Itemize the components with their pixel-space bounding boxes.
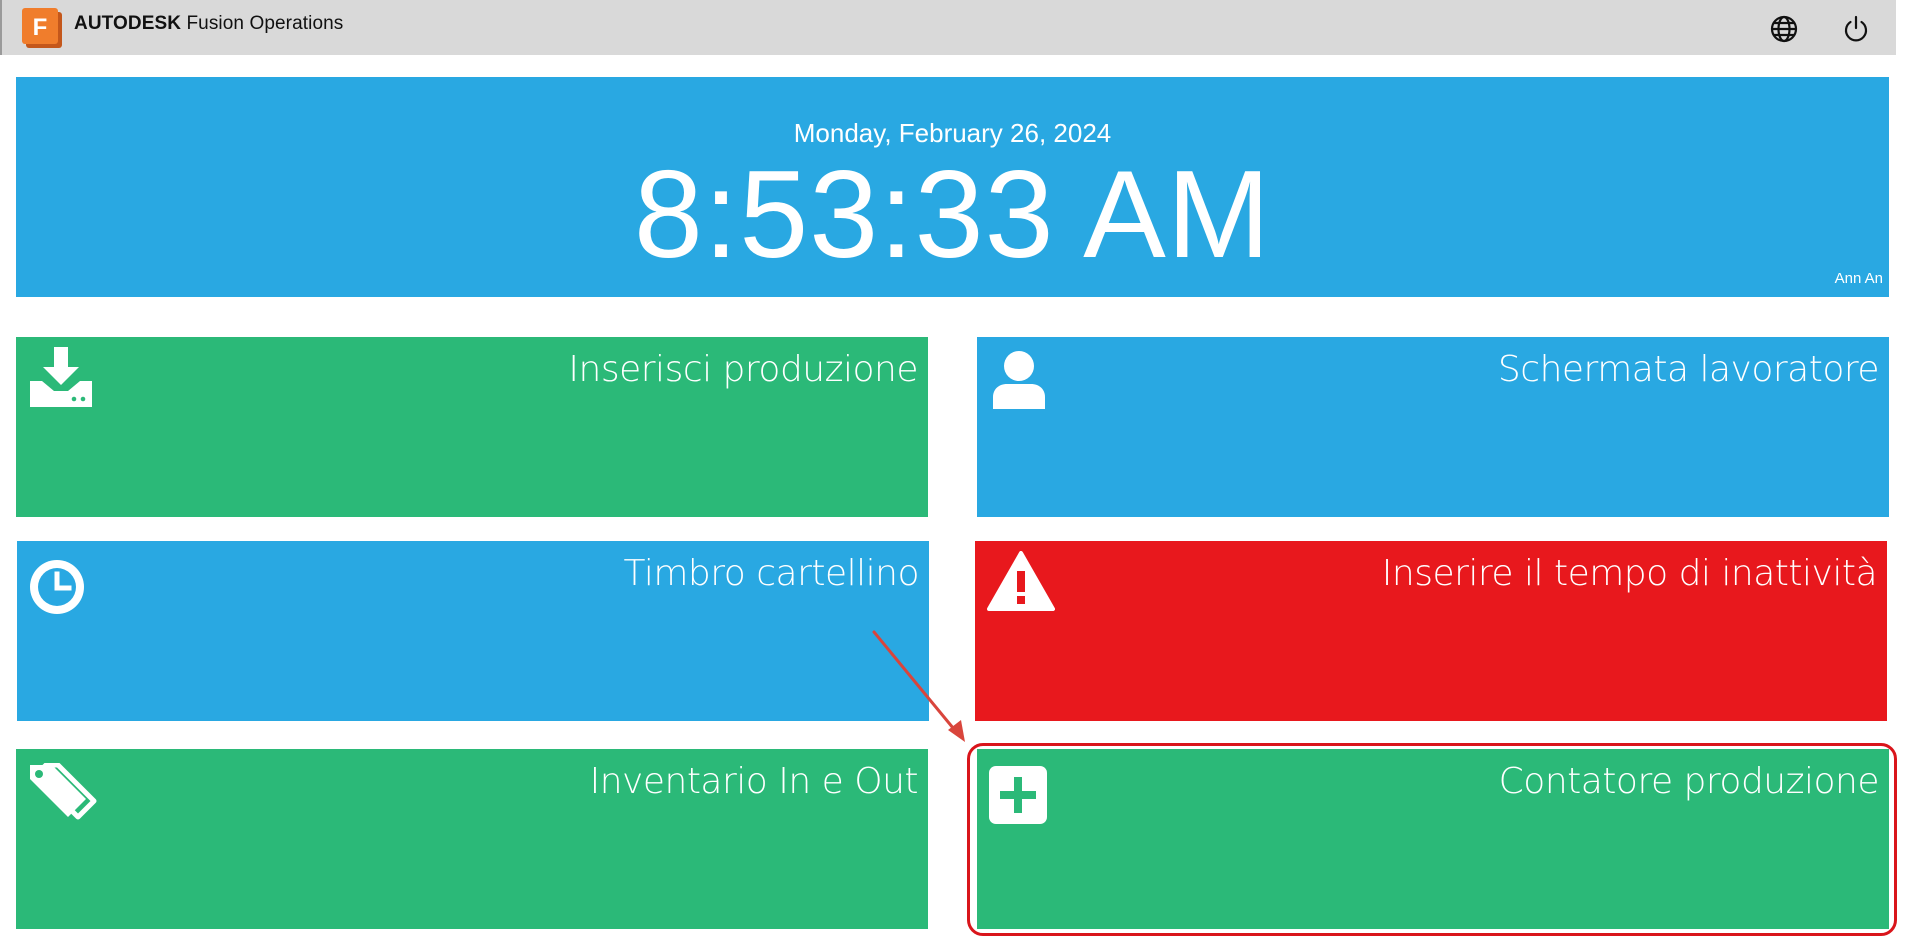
- svg-text:F: F: [33, 14, 48, 41]
- tags-icon: [30, 763, 97, 820]
- clock-banner: Monday, February 26, 2024 8:53:33 AM Ann…: [16, 77, 1889, 297]
- power-icon[interactable]: [1840, 13, 1872, 45]
- user-name: Ann An: [1834, 270, 1883, 287]
- current-time: 8:53:33 AM: [633, 146, 1272, 284]
- current-date: Monday, February 26, 2024: [793, 118, 1112, 148]
- tile-label: Inventario In e Out: [589, 761, 919, 802]
- plus-square-icon: [989, 766, 1047, 824]
- user-icon: [993, 351, 1045, 409]
- tile-inserisci-produzione[interactable]: Inserisci produzione: [16, 337, 928, 517]
- top-bar: F AUTODESK Fusion Operations: [0, 0, 1896, 55]
- tile-schermata-lavoratore[interactable]: Schermata lavoratore: [977, 337, 1889, 517]
- fusion-logo-icon: F: [22, 8, 62, 48]
- tile-contatore-produzione[interactable]: Contatore produzione: [977, 749, 1889, 929]
- tile-label: Timbro cartellino: [623, 553, 919, 594]
- tile-timbro-cartellino[interactable]: Timbro cartellino: [17, 541, 929, 721]
- globe-icon[interactable]: [1768, 13, 1800, 45]
- tile-label: Schermata lavoratore: [1497, 349, 1880, 390]
- tile-inserire-tempo-inattivita[interactable]: Inserire il tempo di inattività: [975, 541, 1887, 721]
- warning-icon: [987, 551, 1055, 611]
- download-tray-icon: [30, 347, 92, 407]
- clock-icon: [30, 560, 84, 614]
- tile-inventario-in-e-out[interactable]: Inventario In e Out: [16, 749, 928, 929]
- tile-label: Inserisci produzione: [568, 349, 918, 390]
- app-title: AUTODESK Fusion Operations: [74, 13, 344, 34]
- tile-label: Contatore produzione: [1498, 761, 1880, 802]
- tile-label: Inserire il tempo di inattività: [1381, 553, 1878, 594]
